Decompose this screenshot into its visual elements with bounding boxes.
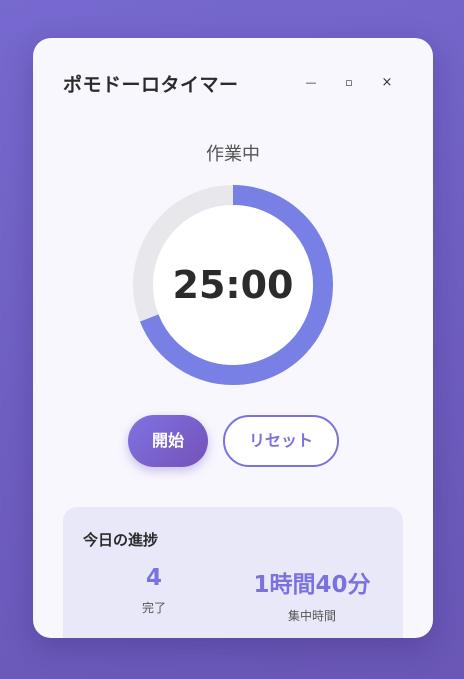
reset-button[interactable]: リセット <box>223 415 339 467</box>
timer-display: 25:00 <box>172 263 294 307</box>
focus-time-label: 集中時間 <box>287 609 336 623</box>
start-button[interactable]: 開始 <box>128 415 208 467</box>
timer-ring: 25:00 <box>133 185 333 385</box>
completed-stat: 4 完了 <box>113 565 195 616</box>
title-bar: ポモドーロタイマー — ▫ × <box>63 68 403 98</box>
app-window: ポモドーロタイマー — ▫ × 作業中 25:00 開始 リセット 今日の進捗 … <box>33 38 433 638</box>
timer-status: 作業中 <box>206 144 260 165</box>
minimize-button[interactable]: — <box>299 72 323 94</box>
focus-time-value: 1時間40分 <box>253 572 371 598</box>
completed-label: 完了 <box>141 601 166 615</box>
maximize-button[interactable]: ▫ <box>337 72 361 94</box>
daily-progress-card: 今日の進捗 4 完了 1時間40分 集中時間 <box>63 507 403 638</box>
progress-title: 今日の進捗 <box>83 531 159 549</box>
close-button[interactable]: × <box>375 72 399 94</box>
app-title: ポモドーロタイマー <box>63 74 239 96</box>
focus-time-stat: 1時間40分 集中時間 <box>248 565 376 624</box>
completed-count: 4 <box>145 565 162 591</box>
